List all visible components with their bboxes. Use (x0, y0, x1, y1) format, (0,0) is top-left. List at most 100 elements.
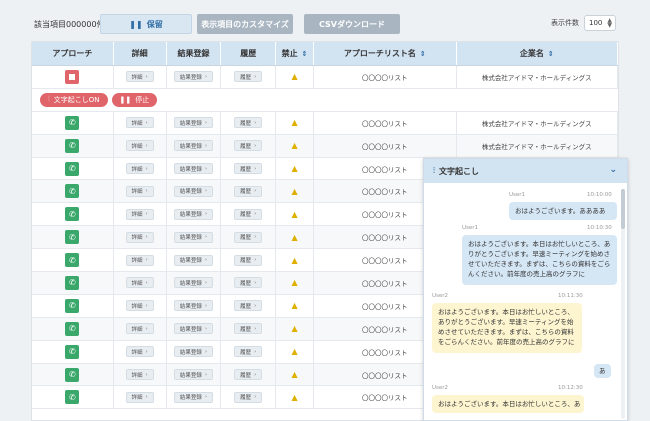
header-list-name[interactable]: アプローチリスト名 ⇕ (314, 42, 457, 65)
phone-icon[interactable]: ✆ (65, 207, 80, 222)
history-button[interactable]: 履歴 › (234, 140, 263, 152)
result-cell: 結果登録 › (167, 317, 222, 340)
sort-icon[interactable]: ⇕ (548, 50, 554, 58)
list-name-cell: 〇〇〇〇リスト (314, 134, 457, 157)
result-cell: 結果登録 › (167, 363, 222, 386)
approach-cell: ✆ (32, 386, 114, 409)
sort-icon[interactable]: ⇕ (420, 50, 426, 58)
transcription-scrollbar[interactable] (621, 189, 625, 419)
approach-cell: ✆ (32, 226, 114, 249)
result-button[interactable]: 結果登録 › (173, 391, 214, 403)
result-button[interactable]: 結果登録 › (173, 369, 214, 381)
chevron-right-icon: › (204, 279, 208, 286)
pause-icon: ❚❚ (129, 19, 143, 29)
history-button-label: 履歴 (240, 166, 252, 173)
phone-icon[interactable]: ✆ (65, 298, 80, 313)
history-cell: 履歴 › (221, 226, 277, 249)
history-button[interactable]: 履歴 › (234, 300, 263, 312)
header-company-label: 企業名 (519, 49, 544, 58)
result-button[interactable]: 結果登録 › (173, 208, 214, 220)
history-button[interactable]: 履歴 › (234, 391, 263, 403)
warning-triangle-icon: ▲ (291, 232, 298, 242)
detail-cell: 詳細 › (114, 226, 167, 249)
detail-button-label: 詳細 (131, 166, 143, 173)
sort-icon[interactable]: ⇕ (302, 50, 308, 58)
detail-button[interactable]: 詳細 › (125, 140, 154, 152)
phone-icon[interactable]: ✆ (65, 253, 80, 268)
phone-icon[interactable]: ✆ (65, 230, 80, 245)
result-button-label: 結果登録 (179, 326, 202, 333)
result-button[interactable]: 結果登録 › (173, 163, 214, 174)
detail-button[interactable]: 詳細 › (125, 71, 154, 83)
detail-button[interactable]: 詳細 › (125, 277, 154, 289)
result-button[interactable]: 結果登録 › (173, 117, 214, 129)
message-speaker: User2 (432, 385, 449, 391)
phone-icon[interactable]: ✆ (65, 344, 80, 359)
history-button[interactable]: 履歴 › (234, 277, 263, 289)
history-button[interactable]: 履歴 › (234, 254, 263, 266)
detail-button[interactable]: 詳細 › (125, 346, 154, 358)
history-button[interactable]: 履歴 › (234, 71, 263, 83)
history-button[interactable]: 履歴 › (234, 185, 263, 197)
detail-button[interactable]: 詳細 › (125, 185, 154, 197)
history-button[interactable]: 履歴 › (234, 323, 263, 335)
approach-cell: ✆ (32, 180, 114, 203)
transcription-body[interactable]: User1 10:10:00 おはようございます。ああああ User1 10:1… (424, 183, 622, 420)
result-button[interactable]: 結果登録 › (173, 300, 214, 312)
detail-button-label: 詳細 (131, 280, 143, 287)
detail-button-label: 詳細 (131, 235, 143, 242)
phone-icon[interactable]: ✆ (65, 138, 80, 153)
result-button[interactable]: 結果登録 › (173, 231, 214, 243)
approach-cell (32, 66, 114, 88)
detail-button[interactable]: 詳細 › (125, 254, 154, 266)
chevron-right-icon: › (204, 119, 208, 126)
result-button[interactable]: 結果登録 › (173, 277, 214, 289)
phone-icon[interactable]: ✆ (65, 184, 80, 199)
detail-cell: 詳細 › (114, 272, 167, 294)
transcribe-on-button[interactable]: ⫶ 文字起こしON (40, 92, 108, 107)
hold-button[interactable]: ❚❚ 保留 (100, 14, 192, 34)
result-button[interactable]: 結果登録 › (173, 254, 214, 266)
history-button[interactable]: 履歴 › (234, 231, 263, 243)
header-company[interactable]: 企業名 ⇕ (457, 42, 618, 65)
customize-columns-button[interactable]: 表示項目のカスタマイズ (197, 14, 293, 34)
result-button[interactable]: 結果登録 › (173, 346, 214, 358)
detail-button[interactable]: 詳細 › (125, 369, 154, 381)
chevron-down-icon[interactable]: ⌄ (609, 165, 617, 175)
stop-square-icon[interactable] (65, 69, 80, 84)
result-button[interactable]: 結果登録 › (173, 323, 214, 335)
result-button[interactable]: 結果登録 › (173, 71, 214, 83)
detail-button[interactable]: 詳細 › (125, 163, 154, 174)
detail-button[interactable]: 詳細 › (125, 231, 154, 243)
stop-button[interactable]: ❚❚ 停止 (111, 92, 158, 107)
history-button[interactable]: 履歴 › (234, 208, 263, 220)
detail-button[interactable]: 詳細 › (125, 208, 154, 220)
phone-icon[interactable]: ✆ (65, 390, 80, 405)
phone-icon[interactable]: ✆ (65, 115, 80, 130)
header-prohibited[interactable]: 禁止 ⇕ (276, 42, 315, 65)
per-page-select[interactable]: 100 ▲ ▼ (584, 15, 616, 31)
history-button[interactable]: 履歴 › (234, 163, 263, 174)
company-cell: 株式会社アイドマ・ホールディングス (457, 66, 618, 88)
scrollbar-thumb[interactable] (621, 189, 625, 229)
result-cell: 結果登録 › (167, 66, 222, 88)
detail-button[interactable]: 詳細 › (125, 117, 154, 129)
detail-button-label: 詳細 (131, 258, 143, 265)
csv-download-button[interactable]: CSVダウンロード (304, 14, 400, 34)
phone-icon[interactable]: ✆ (65, 321, 80, 336)
chevron-right-icon: › (254, 119, 257, 126)
result-button[interactable]: 結果登録 › (173, 185, 214, 197)
chevron-right-icon: › (254, 142, 257, 149)
phone-icon[interactable]: ✆ (65, 275, 80, 290)
history-button[interactable]: 履歴 › (234, 346, 263, 358)
history-button[interactable]: 履歴 › (234, 369, 263, 381)
result-button[interactable]: 結果登録 › (173, 140, 214, 152)
detail-cell: 詳細 › (114, 363, 167, 386)
detail-button[interactable]: 詳細 › (125, 323, 154, 335)
history-button[interactable]: 履歴 › (234, 117, 263, 129)
phone-icon[interactable]: ✆ (65, 161, 80, 176)
phone-icon[interactable]: ✆ (65, 367, 80, 382)
detail-button[interactable]: 詳細 › (125, 391, 154, 403)
warning-triangle-icon: ▲ (291, 347, 298, 357)
detail-button[interactable]: 詳細 › (125, 300, 154, 312)
